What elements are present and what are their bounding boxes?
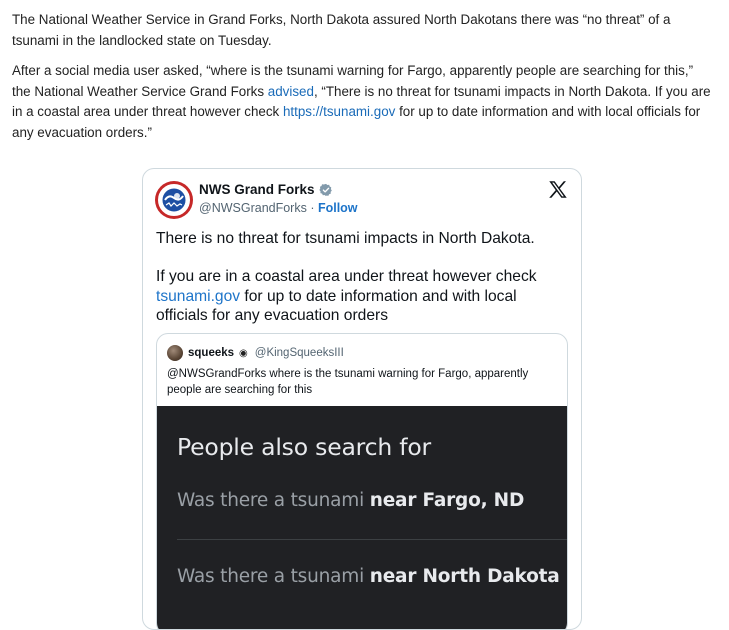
search-screenshot-image[interactable]: People also search for Was there a tsuna… [157,406,567,629]
handle-separator: · [306,201,318,215]
quoted-tweet-text: @NWSGrandForks where is the tsunami warn… [167,368,529,396]
quoted-author-handle[interactable]: @KingSqueeksIII [255,347,344,359]
article-paragraph-2: After a social media user asked, “where … [12,61,712,143]
tweet-handle[interactable]: @NWSGrandForks [199,201,307,215]
embedded-tweet[interactable]: NWS Grand Forks @NWSGrandForks · Follow … [142,168,582,630]
suggestion-bold: near Fargo, ND [369,490,525,511]
tweet-text-part: for [244,287,263,305]
suggestion-prefix: Was there a tsunami [177,566,370,587]
tweet-author-row: NWS Grand Forks [199,182,333,197]
quoted-author-avatar[interactable] [167,345,183,361]
tweet-text-part: If you are in a coastal area under threa… [156,268,537,286]
tweet-paragraph-1: There is no threat for tsunami impacts i… [156,230,535,247]
search-suggestion-2: Was there a tsunami near North Dakota [177,566,560,587]
tweet-author-name[interactable]: NWS Grand Forks [199,182,315,197]
follow-button[interactable]: Follow [318,201,358,215]
quoted-tweet-header: squeeks ◉ @KingSqueeksIII [167,345,344,361]
tsunami-gov-link[interactable]: https://tsunami.gov [283,104,395,119]
people-also-search-title: People also search for [177,433,432,461]
quoted-author-name[interactable]: squeeks [188,347,234,359]
suggestion-prefix: Was there a tsunami [177,490,370,511]
x-logo-icon[interactable] [547,179,569,201]
verified-badge-icon [318,183,332,196]
quoted-tweet[interactable]: squeeks ◉ @KingSqueeksIII @NWSGrandForks… [156,333,568,629]
tweet-handle-row: @NWSGrandForks · Follow [199,201,358,215]
advised-link[interactable]: advised [268,84,314,99]
tweet-text: There is no threat for tsunami impacts i… [156,229,568,345]
nws-logo-avatar[interactable] [155,181,193,219]
suggestion-bold: near North Dakota [369,566,560,587]
tweet-tsunami-gov-link[interactable]: tsunami.gov [156,288,240,305]
suggestion-divider [177,539,567,540]
tweet-paragraph-2: If you are in a coastal area under threa… [156,267,568,325]
article-paragraph-1: The National Weather Service in Grand Fo… [12,12,671,48]
article-body: The National Weather Service in Grand Fo… [12,10,712,153]
search-suggestion-1: Was there a tsunami near Fargo, ND [177,490,524,511]
quoted-author-badge-icon: ◉ [239,347,248,359]
